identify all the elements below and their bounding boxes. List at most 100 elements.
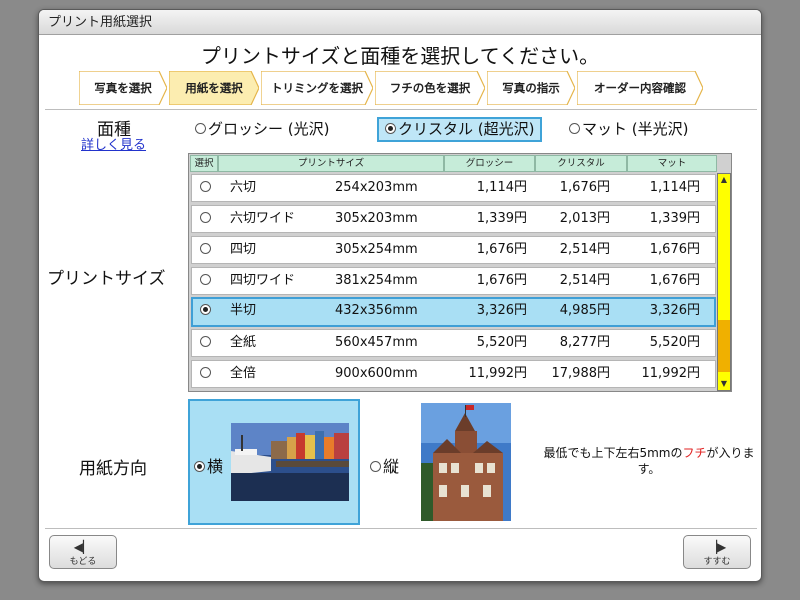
window-title: プリント用紙選択 bbox=[39, 10, 761, 35]
radio-icon bbox=[200, 361, 213, 387]
row-glossy-price: 3,326円 bbox=[476, 303, 527, 318]
portrait-photo bbox=[421, 403, 511, 521]
radio-icon bbox=[200, 330, 213, 356]
finish-option-label: クリスタル (超光沢) bbox=[398, 120, 535, 138]
row-glossy-price: 1,339円 bbox=[476, 211, 527, 226]
row-name: 六切 bbox=[230, 180, 257, 195]
step-label: 写真を選択 bbox=[94, 81, 152, 95]
row-size: 305x203mm bbox=[335, 211, 418, 226]
finish-option-crystal[interactable]: クリスタル (超光沢) bbox=[377, 117, 543, 142]
row-matte-price: 11,992円 bbox=[641, 366, 701, 381]
orientation-label: 用紙方向 bbox=[79, 459, 147, 479]
radio-checked-icon bbox=[385, 123, 396, 134]
finish-option-glossy[interactable]: グロッシー (光沢) bbox=[189, 117, 335, 142]
table-row[interactable]: 六切ワイド 305x203mm 1,339円 2,013円 1,339円 bbox=[191, 205, 716, 233]
table-row[interactable]: 四切 305x254mm 1,676円 2,514円 1,676円 bbox=[191, 236, 716, 264]
scroll-down-icon[interactable]: ▼ bbox=[718, 378, 730, 390]
row-crystal-price: 1,676円 bbox=[559, 180, 610, 195]
finish-option-label: マット (半光沢) bbox=[582, 120, 689, 138]
row-name: 六切ワイド bbox=[230, 211, 296, 226]
border-note: 最低でも上下左右5mmのフチが入ります。 bbox=[539, 445, 759, 477]
radio-icon bbox=[195, 123, 206, 134]
row-crystal-price: 2,514円 bbox=[559, 273, 610, 288]
header-matte: マット bbox=[627, 155, 717, 172]
finish-option-matte[interactable]: マット (半光沢) bbox=[563, 117, 694, 142]
row-glossy-price: 1,676円 bbox=[476, 242, 527, 257]
page-heading: プリントサイズと面種を選択してください。 bbox=[200, 44, 600, 68]
row-crystal-price: 2,514円 bbox=[559, 242, 610, 257]
orientation-portrait-option[interactable]: 縦 bbox=[370, 453, 399, 477]
finish-option-label: グロッシー (光沢) bbox=[208, 120, 330, 138]
step-label: 用紙を選択 bbox=[185, 81, 243, 95]
next-arrow-icon: ▕▶ bbox=[707, 540, 727, 554]
row-matte-price: 1,339円 bbox=[649, 211, 700, 226]
row-size: 254x203mm bbox=[335, 180, 418, 195]
print-paper-window: プリント用紙選択 プリントサイズと面種を選択してください。 写真を選択 用紙を選… bbox=[38, 9, 762, 582]
orientation-landscape-option[interactable]: 横 bbox=[188, 399, 360, 525]
row-size: 381x254mm bbox=[335, 273, 418, 288]
table-header: 選択 プリントサイズ グロッシー クリスタル マット bbox=[189, 154, 717, 172]
header-print-size: プリントサイズ bbox=[218, 155, 444, 172]
table-row[interactable]: 全紙 560x457mm 5,520円 8,277円 5,520円 bbox=[191, 329, 716, 357]
step-select-photo[interactable]: 写真を選択 bbox=[79, 71, 167, 105]
row-glossy-price: 11,992円 bbox=[468, 366, 528, 381]
back-button[interactable]: ◀▏ もどる bbox=[49, 535, 117, 569]
row-size: 560x457mm bbox=[335, 335, 418, 350]
landscape-photo bbox=[231, 423, 349, 501]
header-crystal: クリスタル bbox=[535, 155, 627, 172]
note-highlight: フチ bbox=[682, 446, 707, 460]
table-row[interactable]: 全倍 900x600mm 11,992円 17,988円 11,992円 bbox=[191, 360, 716, 388]
note-text: 最低でも上下左右5mmの bbox=[543, 446, 683, 460]
next-button[interactable]: ▕▶ すすむ bbox=[683, 535, 751, 569]
step-photo-instructions[interactable]: 写真の指示 bbox=[487, 71, 575, 105]
step-label: 写真の指示 bbox=[502, 81, 560, 95]
step-select-paper[interactable]: 用紙を選択 bbox=[169, 71, 259, 105]
row-name: 全倍 bbox=[230, 366, 257, 381]
table-row-selected[interactable]: 半切 432x356mm 3,326円 4,985円 3,326円 bbox=[191, 297, 716, 327]
radio-icon bbox=[370, 461, 381, 472]
radio-checked-icon bbox=[194, 461, 205, 472]
radio-icon bbox=[200, 175, 213, 201]
details-link[interactable]: 詳しく見る bbox=[81, 134, 146, 153]
row-matte-price: 3,326円 bbox=[649, 303, 700, 318]
step-label: オーダー内容確認 bbox=[594, 81, 686, 95]
step-order-confirm[interactable]: オーダー内容確認 bbox=[577, 71, 703, 105]
step-select-trimming[interactable]: トリミングを選択 bbox=[261, 71, 373, 105]
step-select-border-color[interactable]: フチの色を選択 bbox=[375, 71, 485, 105]
row-matte-price: 1,676円 bbox=[649, 242, 700, 257]
row-size: 900x600mm bbox=[335, 366, 418, 381]
row-glossy-price: 1,676円 bbox=[476, 273, 527, 288]
next-label: すすむ bbox=[703, 557, 731, 567]
orientation-landscape-label: 横 bbox=[194, 453, 223, 477]
print-size-table: 選択 プリントサイズ グロッシー クリスタル マット 六切 254x203mm … bbox=[188, 153, 732, 392]
row-glossy-price: 1,114円 bbox=[476, 180, 527, 195]
row-matte-price: 1,114円 bbox=[649, 180, 700, 195]
row-glossy-price: 5,520円 bbox=[476, 335, 527, 350]
print-size-label: プリントサイズ bbox=[47, 269, 166, 289]
radio-icon bbox=[200, 206, 213, 232]
radio-icon bbox=[569, 123, 580, 134]
row-size: 305x254mm bbox=[335, 242, 418, 257]
row-name: 四切 bbox=[230, 242, 257, 257]
row-name: 四切ワイド bbox=[230, 273, 296, 288]
row-crystal-price: 17,988円 bbox=[551, 366, 611, 381]
row-crystal-price: 2,013円 bbox=[559, 211, 610, 226]
divider bbox=[45, 109, 757, 110]
divider bbox=[45, 528, 757, 529]
table-row[interactable]: 六切 254x203mm 1,114円 1,676円 1,114円 bbox=[191, 174, 716, 202]
table-scrollbar[interactable]: ▲ ▼ bbox=[717, 173, 731, 391]
radio-icon bbox=[200, 237, 213, 263]
scroll-thumb[interactable] bbox=[718, 320, 730, 372]
back-label: もどる bbox=[69, 557, 97, 567]
table-row[interactable]: 四切ワイド 381x254mm 1,676円 2,514円 1,676円 bbox=[191, 267, 716, 295]
row-matte-price: 1,676円 bbox=[649, 273, 700, 288]
row-crystal-price: 8,277円 bbox=[559, 335, 610, 350]
scroll-up-icon[interactable]: ▲ bbox=[718, 174, 730, 186]
header-glossy: グロッシー bbox=[444, 155, 535, 172]
header-select: 選択 bbox=[190, 155, 218, 172]
row-matte-price: 5,520円 bbox=[649, 335, 700, 350]
step-label: フチの色を選択 bbox=[389, 81, 471, 95]
row-name: 全紙 bbox=[230, 335, 257, 350]
row-size: 432x356mm bbox=[335, 303, 418, 318]
radio-checked-icon bbox=[200, 299, 213, 323]
